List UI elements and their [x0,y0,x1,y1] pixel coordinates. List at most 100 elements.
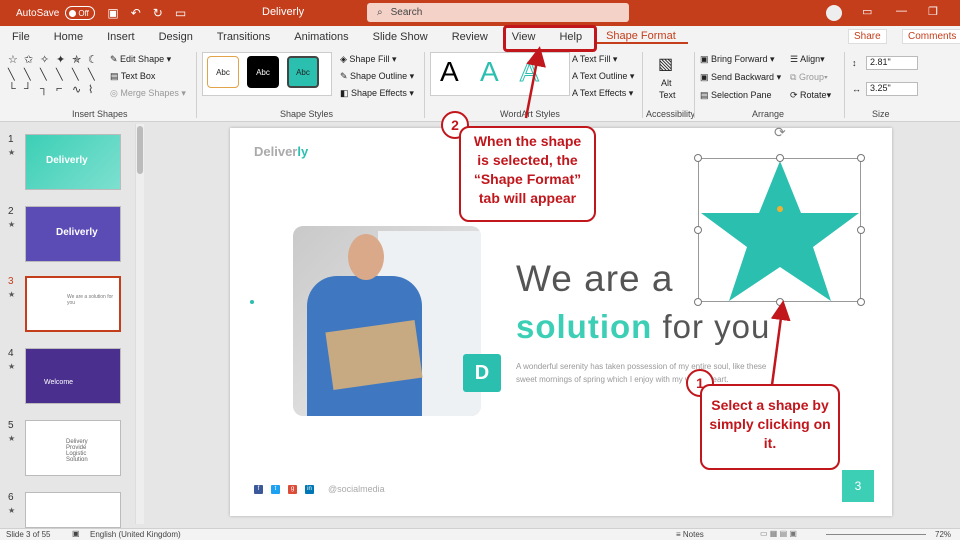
slide-thumbnail-2[interactable]: Deliverly [25,206,121,262]
tab-design[interactable]: Design [147,31,205,43]
restore-icon[interactable]: ❐ [928,5,938,18]
linkedin-icon[interactable]: in [305,484,314,494]
tab-animations[interactable]: Animations [282,31,360,43]
resize-handle[interactable] [694,298,702,306]
language-indicator[interactable]: English (United Kingdom) [90,530,181,539]
slide-heading-line1[interactable]: We are a [516,258,673,300]
slide-thumbnail-5[interactable]: Delivery Provide Logistic Solution [25,420,121,476]
tab-home[interactable]: Home [42,31,95,43]
autosave-toggle[interactable]: Off [65,6,96,20]
group-button[interactable]: ⧉ Group▾ [790,72,828,83]
connector-shape-icon[interactable]: ∿ [72,83,88,98]
slide-thumbnail-1[interactable]: Deliverly [25,134,121,190]
moon-shape-icon[interactable]: ☾ [88,53,104,68]
rotate-handle-icon[interactable]: ⟳ [774,124,786,141]
google-plus-icon[interactable]: g [288,484,297,494]
selection-pane-button[interactable]: ▤ Selection Pane [700,90,772,101]
tab-review[interactable]: Review [440,31,500,43]
style-swatch-1[interactable]: Abc [207,56,239,88]
present-icon[interactable]: ▭ [175,6,186,20]
connector-shape-icon[interactable]: └ [8,83,24,98]
resize-handle[interactable] [776,154,784,162]
alt-text-label-1[interactable]: Alt [661,78,672,88]
view-normal-icon[interactable]: ▭ ▦ ▤ ▣ [760,529,797,538]
minimize-icon[interactable]: — [896,5,907,17]
shape-outline-button[interactable]: ✎ Shape Outline ▾ [340,71,414,82]
slide-body-text[interactable]: A wonderful serenity has taken possessio… [516,360,776,386]
shape-height-field[interactable]: 2.81" [866,56,918,70]
share-button[interactable]: Share [848,29,887,44]
resize-handle[interactable] [857,298,865,306]
text-box-button[interactable]: ▤ Text Box [110,71,155,82]
line-shape-icon[interactable]: ╲ [8,68,24,83]
delivery-man-photo[interactable] [293,226,481,416]
ribbon-display-icon[interactable]: ▭ [862,5,872,18]
slide-thumbnail-4[interactable]: Welcome [25,348,121,404]
shape-width-field[interactable]: 3.25" [866,82,918,96]
save-icon[interactable]: ▣ [107,6,118,20]
zoom-slider[interactable] [826,534,926,535]
text-outline-button[interactable]: A Text Outline ▾ [572,71,634,82]
line-shape-icon[interactable]: ╲ [72,68,88,83]
star-shape[interactable] [699,159,862,303]
wordart-style-2[interactable]: A [480,56,499,88]
scrollbar-thumb[interactable] [137,126,143,174]
tab-slide-show[interactable]: Slide Show [361,31,440,43]
slide-thumbnail-3[interactable]: We are a solution for you [25,276,121,332]
resize-handle[interactable] [857,154,865,162]
merge-shapes-button[interactable]: ◎ Merge Shapes ▾ [110,88,186,99]
d-logo-badge[interactable]: D [463,354,501,392]
slide-thumbnail-6[interactable] [25,492,121,528]
wordart-style-1[interactable]: A [440,56,459,88]
star-shape-icon[interactable]: ☆ [8,53,24,68]
shape-effects-button[interactable]: ◧ Shape Effects ▾ [340,88,414,99]
search-box[interactable]: ⌕ Search [367,3,629,22]
resize-handle[interactable] [694,154,702,162]
twitter-icon[interactable]: t [271,484,280,494]
alt-text-label-2[interactable]: Text [659,90,676,100]
shapes-gallery[interactable]: ☆ ✩ ✧ ✦ ✯ ☾ ╲ ╲ ╲ ╲ ╲ ╲ └ ┘ ┐ ⌐ ∿ ⌇ [8,53,104,101]
connector-shape-icon[interactable]: ⌇ [88,83,104,98]
tab-insert[interactable]: Insert [95,31,147,43]
connector-shape-icon[interactable]: ┘ [24,83,40,98]
undo-icon[interactable]: ↶ [131,6,141,20]
resize-handle[interactable] [776,298,784,306]
star-shape-icon[interactable]: ✦ [56,53,72,68]
star-shape-icon[interactable]: ✯ [72,53,88,68]
bring-forward-button[interactable]: ▣ Bring Forward ▾ [700,54,775,65]
star-shape-icon[interactable]: ✩ [24,53,40,68]
wordart-style-3[interactable]: A [520,56,540,88]
text-fill-button[interactable]: A Text Fill ▾ [572,54,617,65]
comments-button[interactable]: Comments [902,29,960,44]
line-shape-icon[interactable]: ╲ [24,68,40,83]
tab-file[interactable]: File [0,31,42,43]
alt-text-icon[interactable]: ▧ [658,54,673,74]
rotate-button[interactable]: ⟳ Rotate▾ [790,90,831,101]
style-swatch-2[interactable]: Abc [247,56,279,88]
edit-shape-button[interactable]: ✎ Edit Shape ▾ [110,54,171,65]
tab-transitions[interactable]: Transitions [205,31,282,43]
slide-heading-line2[interactable]: solution for you [516,308,770,346]
send-backward-button[interactable]: ▣ Send Backward ▾ [700,72,781,83]
spellcheck-icon[interactable]: ▣ [72,529,80,538]
shape-fill-button[interactable]: ◈ Shape Fill ▾ [340,54,396,65]
user-avatar[interactable] [826,5,842,21]
connector-shape-icon[interactable]: ⌐ [56,83,72,98]
align-button[interactable]: ☰ Align▾ [790,54,825,65]
line-shape-icon[interactable]: ╲ [56,68,72,83]
line-shape-icon[interactable]: ╲ [40,68,56,83]
tab-shape-format[interactable]: Shape Format [594,30,688,44]
notes-button[interactable]: ≡ Notes [676,530,704,539]
line-shape-icon[interactable]: ╲ [88,68,104,83]
resize-handle[interactable] [694,226,702,234]
redo-icon[interactable]: ↻ [153,6,163,20]
zoom-level[interactable]: 72% [935,530,951,539]
style-swatch-3[interactable]: Abc [287,56,319,88]
selection-box[interactable] [698,158,861,302]
facebook-icon[interactable]: f [254,484,263,494]
star-shape-icon[interactable]: ✧ [40,53,56,68]
text-effects-button[interactable]: A Text Effects ▾ [572,88,633,99]
resize-handle[interactable] [857,226,865,234]
thumbnail-scrollbar[interactable] [135,124,144,524]
connector-shape-icon[interactable]: ┐ [40,83,56,98]
